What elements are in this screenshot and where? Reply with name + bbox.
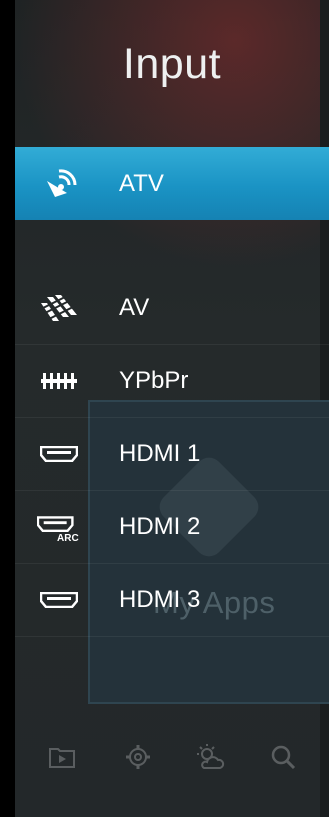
input-item-atv[interactable]: ATV bbox=[15, 147, 329, 220]
media-player-icon[interactable] bbox=[47, 742, 77, 772]
weather-icon[interactable] bbox=[195, 742, 225, 772]
av-cable-icon bbox=[37, 293, 81, 323]
input-item-hdmi-3[interactable]: HDMI 3 bbox=[15, 563, 329, 637]
input-item-label: HDMI 1 bbox=[119, 439, 201, 467]
component-connector-icon bbox=[37, 366, 81, 396]
input-item-hdmi-1[interactable]: HDMI 1 bbox=[15, 417, 329, 491]
settings-gear-icon[interactable] bbox=[123, 742, 153, 772]
left-edge bbox=[0, 0, 15, 817]
input-item-label: HDMI 3 bbox=[119, 585, 201, 613]
input-item-hdmi-2[interactable]: ARC HDMI 2 bbox=[15, 490, 329, 564]
satellite-dish-icon bbox=[37, 168, 81, 199]
input-item-label: YPbPr bbox=[119, 366, 189, 394]
input-source-screen: My Apps Input ATV AV YPbPr HDMI 1 ARC HD… bbox=[0, 0, 329, 817]
hdmi-port-icon bbox=[37, 585, 81, 615]
input-item-label: HDMI 2 bbox=[119, 512, 201, 540]
search-icon[interactable] bbox=[268, 742, 298, 772]
input-item-label: AV bbox=[119, 293, 150, 321]
input-item-av[interactable]: AV bbox=[15, 271, 329, 345]
arc-badge: ARC bbox=[57, 533, 79, 544]
input-item-label: ATV bbox=[119, 169, 164, 197]
page-title: Input bbox=[122, 40, 222, 88]
input-item-ypbpr[interactable]: YPbPr bbox=[15, 344, 329, 418]
hdmi-port-icon bbox=[37, 439, 81, 469]
